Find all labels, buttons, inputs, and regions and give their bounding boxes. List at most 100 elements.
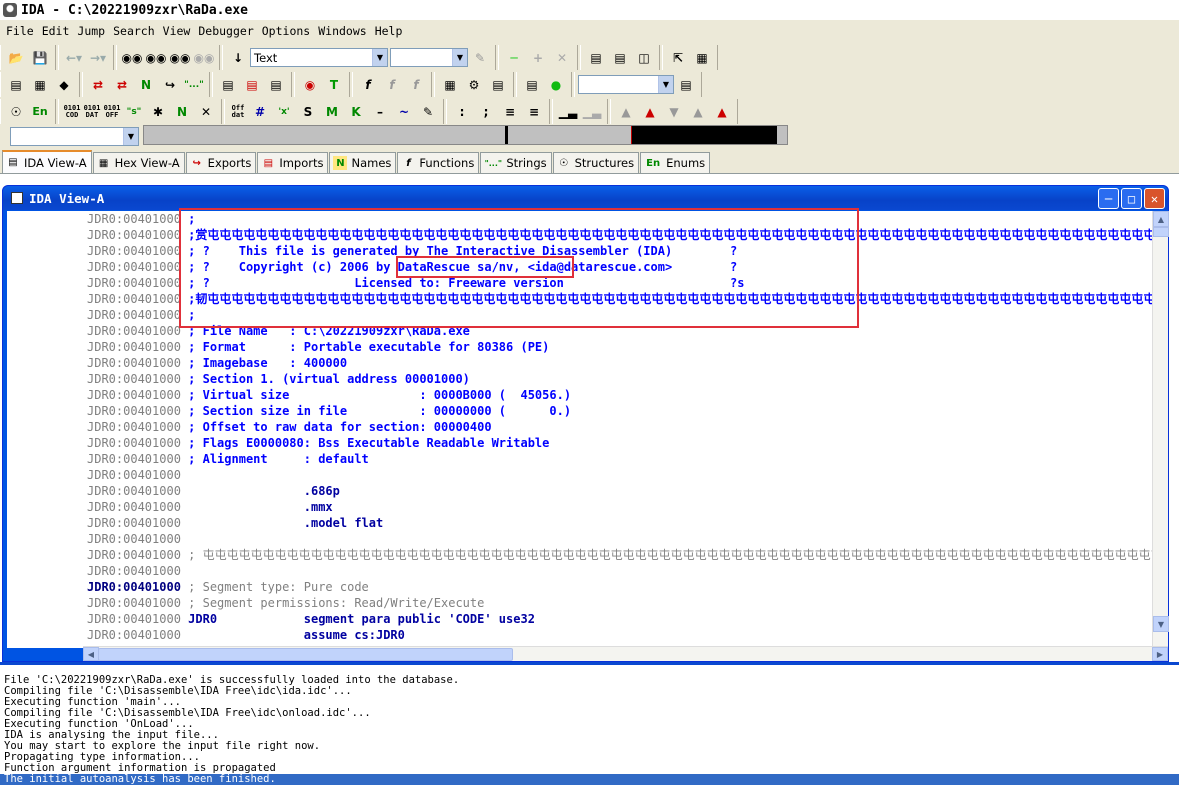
horizontal-scroll-thumb[interactable] xyxy=(98,648,513,661)
scroll-up-icon[interactable]: ▲ xyxy=(1153,211,1169,227)
minus-icon[interactable]: ─ xyxy=(503,47,525,69)
calculator-icon[interactable]: ▦ xyxy=(439,74,461,96)
search-text-icon[interactable]: ◉◉ xyxy=(169,47,191,69)
tab-strings[interactable]: "..." Strings xyxy=(480,152,552,173)
horizontal-scrollbar[interactable]: ◀ ▶ xyxy=(83,646,1168,661)
star-icon[interactable]: ✱ xyxy=(147,101,169,123)
comment-icon[interactable]: : xyxy=(451,101,473,123)
maximize-button[interactable]: □ xyxy=(1121,188,1142,209)
listing-line[interactable]: JDR0:00401000 ; Offset to raw data for s… xyxy=(87,419,492,435)
string-type-button[interactable]: "s" xyxy=(123,101,145,123)
xref-to-icon[interactable]: ⇄ xyxy=(111,74,133,96)
undefine-icon[interactable]: ✕ xyxy=(195,101,217,123)
enum-en-icon[interactable]: En xyxy=(29,101,51,123)
posterior-icon[interactable]: ≡ xyxy=(523,101,545,123)
menu-file[interactable]: File xyxy=(2,24,38,38)
data-type-button[interactable]: 0101 DAT xyxy=(83,101,101,123)
menu-options[interactable]: Options xyxy=(258,24,314,38)
navigation-band[interactable] xyxy=(143,125,788,145)
search-next-icon[interactable]: ◉◉ xyxy=(145,47,167,69)
enum-icon[interactable]: ▤ xyxy=(265,74,287,96)
offset-type-button[interactable]: 0101 OFF xyxy=(103,101,121,123)
listing-line[interactable]: JDR0:00401000 .model flat xyxy=(87,515,383,531)
name-button[interactable]: N xyxy=(171,101,193,123)
flow-chart-icon[interactable]: ▲ xyxy=(615,101,637,123)
green-circle-icon[interactable]: ● xyxy=(545,74,567,96)
listing-line[interactable]: JDR0:00401000 xyxy=(87,531,181,547)
tab-hex-view-a[interactable]: ▦ Hex View-A xyxy=(92,152,185,173)
listing-line[interactable]: JDR0:00401000 xyxy=(87,467,181,483)
script-icon[interactable]: ▤ xyxy=(521,74,543,96)
structure-man-icon[interactable]: ☉ xyxy=(5,101,27,123)
listing-line[interactable]: JDR0:00401000 ; 屯屯屯屯屯屯屯屯屯屯屯屯屯屯屯屯屯屯屯屯屯屯屯屯… xyxy=(87,547,1152,563)
secondary-combo[interactable]: ▼ xyxy=(390,48,468,67)
xref-graph-icon[interactable]: ▼ xyxy=(663,101,685,123)
function-arrow-icon[interactable]: ↪ xyxy=(159,74,181,96)
list-icon[interactable]: ▤ xyxy=(5,74,27,96)
listing-line[interactable]: JDR0:00401000 ; Alignment : default xyxy=(87,451,369,467)
gear-icon[interactable]: ⚙ xyxy=(463,74,485,96)
segment-button[interactable]: S xyxy=(297,101,319,123)
menu-jump[interactable]: Jump xyxy=(73,24,109,38)
search-binoculars-icon[interactable]: ◉◉ xyxy=(121,47,143,69)
scroll-down-icon[interactable]: ▼ xyxy=(1153,616,1169,632)
tab-structures[interactable]: ☉ Structures xyxy=(552,152,640,173)
scroll-thumb[interactable] xyxy=(1153,227,1169,237)
string-icon[interactable]: "..." xyxy=(183,74,205,96)
menu-help[interactable]: Help xyxy=(371,24,407,38)
ida-view-titlebar[interactable]: IDA View-A ─ □ ✕ xyxy=(3,186,1168,210)
function-icon[interactable]: f xyxy=(357,74,379,96)
listing-line[interactable]: JDR0:00401000 ; Format : Portable execut… xyxy=(87,339,549,355)
jump-icon[interactable]: ↓ xyxy=(227,47,249,69)
tab-exports[interactable]: ↪ Exports xyxy=(185,152,257,173)
window-cascade-icon[interactable]: ▤ xyxy=(585,47,607,69)
member-button[interactable]: M xyxy=(321,101,343,123)
tab-functions[interactable]: f Functions xyxy=(397,152,480,173)
debugger-combo[interactable]: ▼ xyxy=(578,75,674,94)
listing-line[interactable]: JDR0:00401000 xyxy=(87,563,181,579)
listing-line[interactable]: JDR0:00401000 ; Section 1. (virtual addr… xyxy=(87,371,470,387)
grid-icon[interactable]: ▦ xyxy=(691,47,713,69)
scroll-right-icon[interactable]: ▶ xyxy=(1152,647,1168,661)
repeat-comment-icon[interactable]: ; xyxy=(475,101,497,123)
code-icon[interactable]: ▦ xyxy=(29,74,51,96)
tab-enums[interactable]: En Enums xyxy=(640,152,711,173)
char-button[interactable]: 'x' xyxy=(273,101,295,123)
open-icon[interactable]: 📂 xyxy=(5,47,27,69)
listing-line[interactable]: JDR0:00401000 ; Flags E0000080: Bss Exec… xyxy=(87,435,549,451)
pen-icon[interactable]: ✎ xyxy=(469,47,491,69)
listing-line[interactable]: JDR0:00401000 JDR0 segment para public '… xyxy=(87,611,535,627)
diamond-icon[interactable]: ◆ xyxy=(53,74,75,96)
chart-disabled-icon[interactable]: ▁▃ xyxy=(581,101,603,123)
name-icon[interactable]: N xyxy=(135,74,157,96)
menu-view[interactable]: View xyxy=(159,24,195,38)
window-tile-h-icon[interactable]: ▤ xyxy=(609,47,631,69)
edit-pen-icon[interactable]: ✎ xyxy=(417,101,439,123)
close-button[interactable]: ✕ xyxy=(1144,188,1165,209)
menu-debugger[interactable]: Debugger xyxy=(194,24,257,38)
save-icon[interactable]: 💾 xyxy=(29,47,51,69)
listing-line[interactable]: JDR0:00401000 ; Segment permissions: Rea… xyxy=(87,595,484,611)
window-tile-v-icon[interactable]: ◫ xyxy=(633,47,655,69)
display-combo[interactable]: Text ▼ xyxy=(250,48,388,67)
tab-names[interactable]: N Names xyxy=(329,152,397,173)
call-graph-icon[interactable]: ▲ xyxy=(639,101,661,123)
code-type-button[interactable]: 0101 COD xyxy=(63,101,81,123)
listing-line[interactable]: JDR0:00401000 .mmx xyxy=(87,499,333,515)
listing-line[interactable]: JDR0:00401000 .686p xyxy=(87,483,340,499)
search-immediate-icon[interactable]: ◉◉ xyxy=(193,47,215,69)
bitwise-icon[interactable]: ~ xyxy=(393,101,415,123)
minimize-button[interactable]: ─ xyxy=(1098,188,1119,209)
listing-line[interactable]: JDR0:00401000 ; Imagebase : 400000 xyxy=(87,355,347,371)
close-icon[interactable]: ✕ xyxy=(551,47,573,69)
number-button[interactable]: # xyxy=(249,101,271,123)
listing-line[interactable]: JDR0:00401000 ; Segment type: Pure code xyxy=(87,579,369,595)
listing-line[interactable]: JDR0:00401000 ; Virtual size : 0000B000 … xyxy=(87,387,571,403)
output-window[interactable]: File 'C:\20221909zxr\RaDa.exe' is succes… xyxy=(0,662,1179,792)
breakpoint-icon[interactable]: ◉ xyxy=(299,74,321,96)
back-icon[interactable]: ←▾ xyxy=(63,47,85,69)
scroll-left-icon[interactable]: ◀ xyxy=(83,647,99,661)
xref-graph-from-icon[interactable]: ▲ xyxy=(687,101,709,123)
listing-line[interactable]: JDR0:00401000 assume cs:JDR0 xyxy=(87,627,405,643)
stackvar-button[interactable]: K xyxy=(345,101,367,123)
